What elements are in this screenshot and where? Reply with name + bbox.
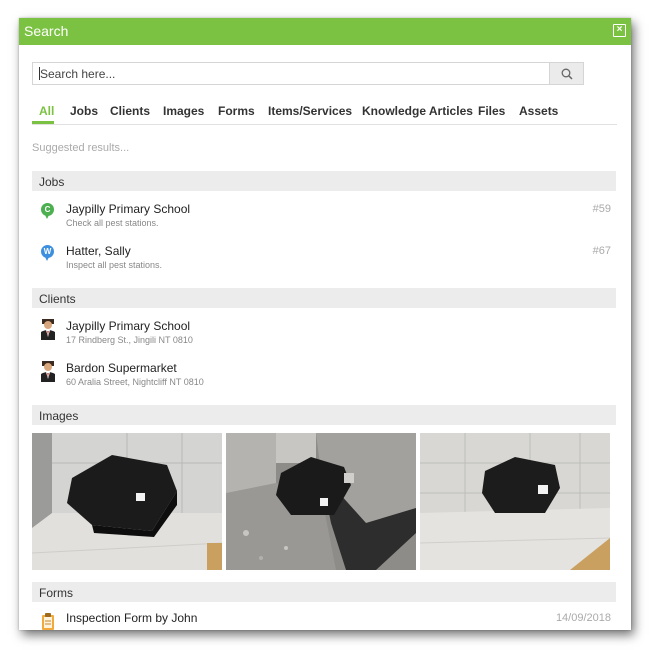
text-cursor [39, 67, 40, 80]
job-name: Jaypilly Primary School [66, 202, 191, 216]
section-header-jobs: Jobs [32, 171, 616, 191]
active-tab-indicator [32, 121, 54, 124]
form-clipboard-icon [42, 613, 54, 630]
job-description: Inspect all pest stations. [66, 260, 163, 270]
section-header-images: Images [32, 405, 616, 425]
tab-clients[interactable]: Clients [110, 104, 150, 118]
section-title: Clients [39, 292, 76, 306]
tab-knowledge-articles[interactable]: Knowledge Articles [362, 104, 473, 118]
image-thumbnail[interactable] [420, 433, 610, 570]
tab-jobs[interactable]: Jobs [70, 104, 98, 118]
tab-assets[interactable]: Assets [519, 104, 558, 118]
tab-forms[interactable]: Forms [218, 104, 255, 118]
section-title: Jobs [39, 175, 65, 189]
job-description: Check all pest stations. [66, 218, 159, 228]
form-result-row[interactable]: Inspection Form by John 14/09/2018 [32, 607, 616, 630]
job-result-row[interactable]: W Hatter, Sally Inspect all pest station… [32, 240, 616, 274]
client-address: 17 Rindberg St., Jingili NT 0810 [66, 335, 193, 345]
search-dialog: Search × All Jobs Clients Images Forms I… [19, 18, 631, 630]
job-number: #67 [592, 245, 611, 257]
client-result-row[interactable]: Bardon Supermarket 60 Aralia Street, Nig… [32, 357, 616, 391]
dialog-title: Search [24, 23, 69, 39]
form-name: Inspection Form by John [66, 611, 198, 625]
client-avatar-icon [41, 319, 55, 340]
section-title: Forms [39, 586, 73, 600]
client-result-row[interactable]: Jaypilly Primary School 17 Rindberg St.,… [32, 315, 616, 349]
search-bar [32, 62, 593, 87]
close-icon[interactable]: × [613, 24, 626, 37]
job-name: Hatter, Sally [66, 244, 131, 258]
client-avatar-icon [41, 361, 55, 382]
tab-files[interactable]: Files [478, 104, 505, 118]
tab-items-services[interactable]: Items/Services [268, 104, 352, 118]
pin-tail [44, 255, 50, 261]
client-name: Bardon Supermarket [66, 361, 177, 375]
map-pin-icon: C [39, 202, 57, 224]
tab-images[interactable]: Images [163, 104, 204, 118]
job-result-row[interactable]: C Jaypilly Primary School Check all pest… [32, 198, 616, 232]
tab-all[interactable]: All [39, 104, 54, 118]
section-title: Images [39, 409, 79, 423]
image-thumbnail[interactable] [226, 433, 416, 570]
search-button[interactable] [549, 62, 584, 85]
section-header-clients: Clients [32, 288, 616, 308]
pin-tail [44, 213, 50, 219]
image-thumbnail[interactable] [32, 433, 222, 570]
image-results [32, 433, 616, 570]
section-header-forms: Forms [32, 582, 616, 602]
client-address: 60 Aralia Street, Nightcliff NT 0810 [66, 377, 204, 387]
search-icon [561, 68, 573, 80]
job-number: #59 [592, 203, 611, 215]
suggested-results-label: Suggested results... [32, 142, 130, 154]
form-date: 14/09/2018 [555, 612, 611, 624]
dialog-titlebar: Search × [19, 18, 631, 45]
search-input[interactable] [32, 62, 549, 85]
map-pin-icon: W [39, 244, 57, 266]
client-name: Jaypilly Primary School [66, 319, 191, 333]
search-tabs: All Jobs Clients Images Forms Items/Serv… [32, 100, 617, 125]
